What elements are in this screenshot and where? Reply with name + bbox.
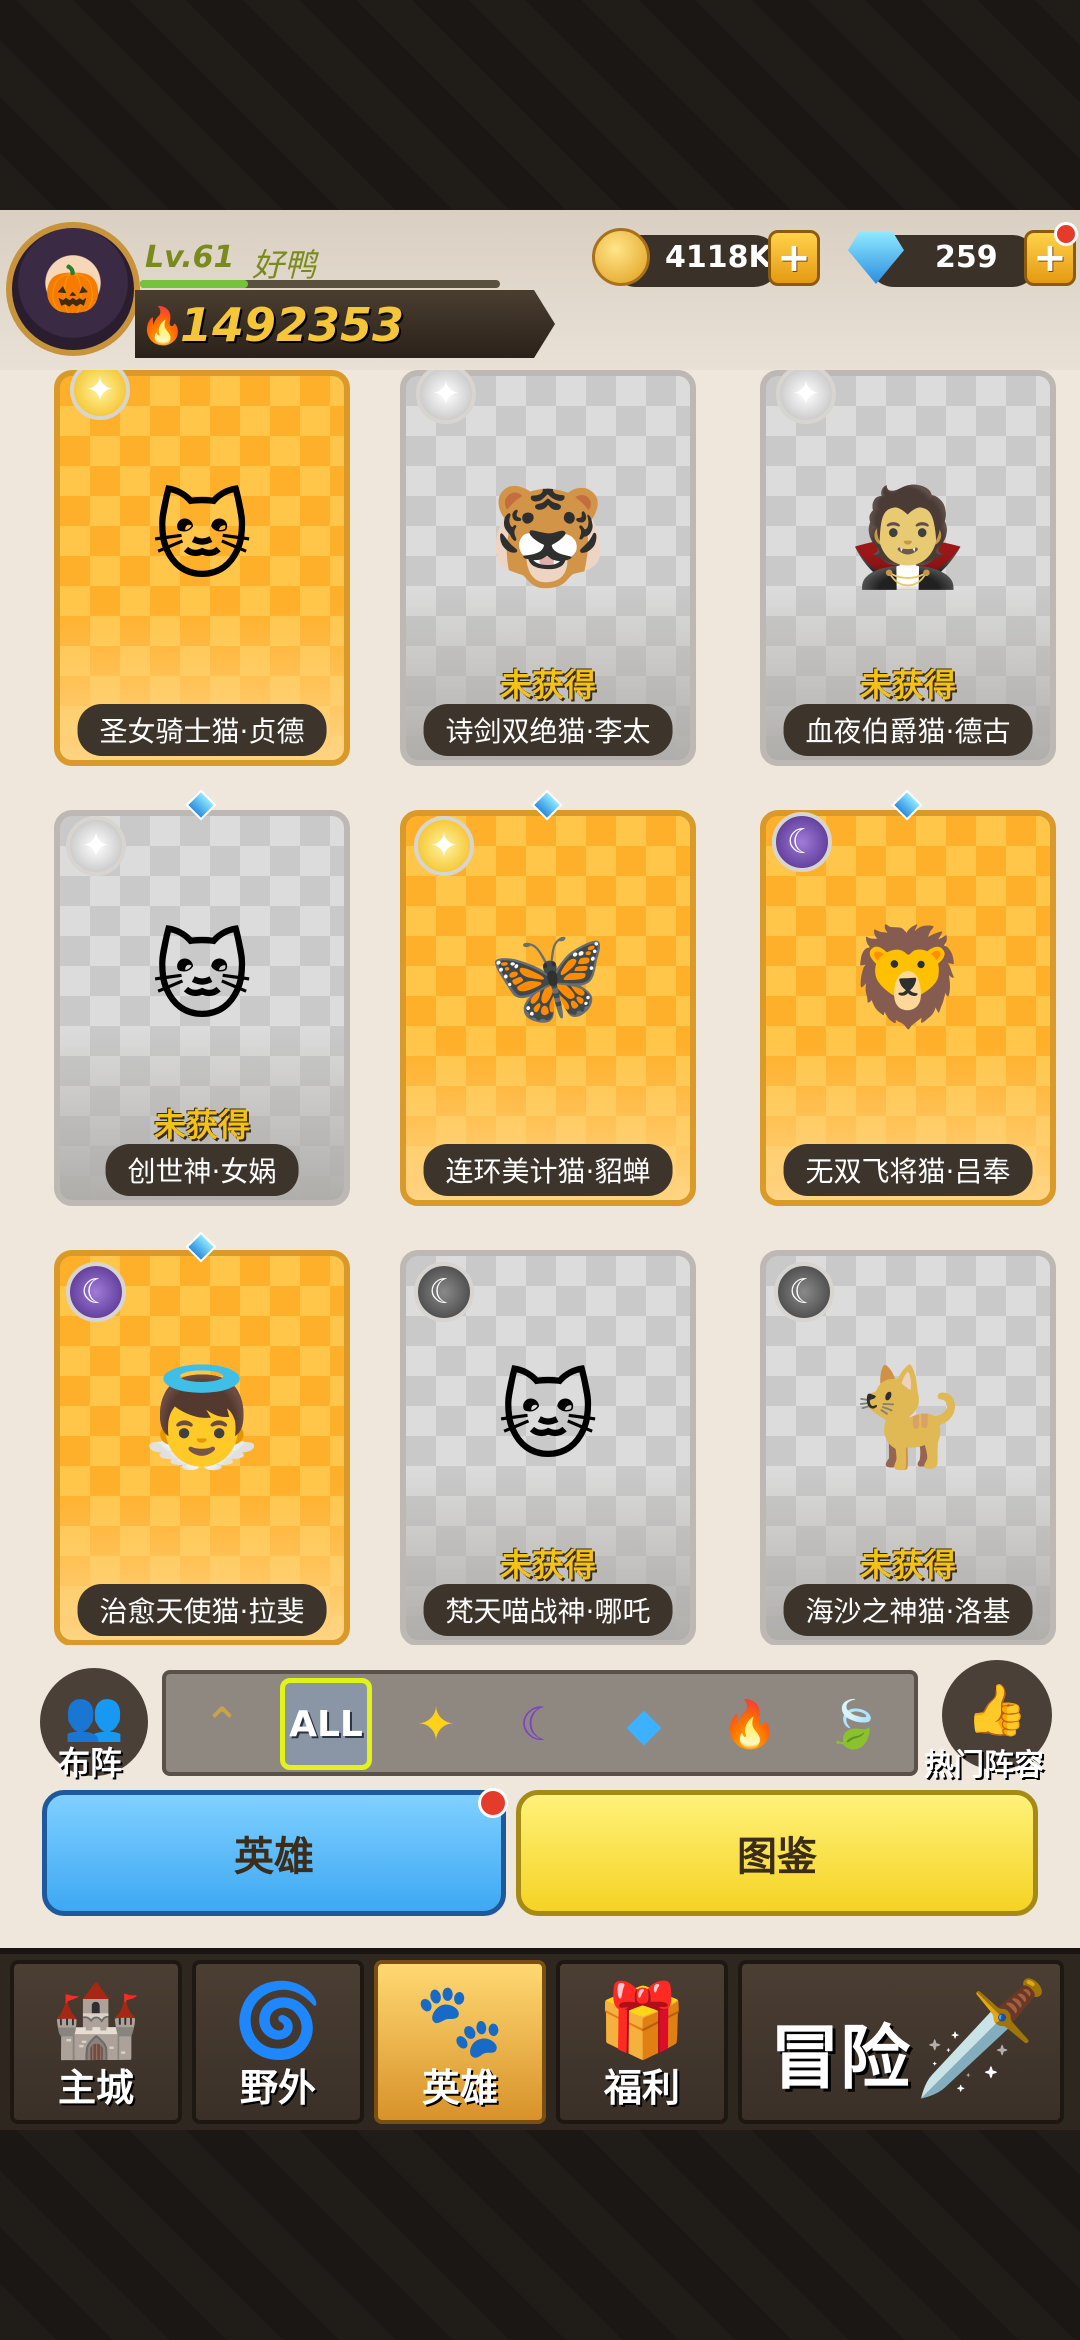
light-element-icon: ✦ (66, 816, 126, 876)
hero-name: 梵天喵战神·哪吒 (423, 1584, 673, 1636)
castle-icon: 🏰 (51, 1978, 141, 2062)
filter-dark-icon[interactable]: ☾ (494, 1678, 586, 1770)
player-avatar[interactable]: 🎃 (6, 222, 140, 356)
hero-portrait: 🐈 (848, 1360, 968, 1473)
combat-power: 1492353 (180, 298, 405, 352)
player-level: Lv.61 (145, 240, 235, 275)
not-obtained-label: 未获得 (859, 1546, 956, 1584)
hero-portrait: 🐱 (497, 1361, 599, 1474)
not-obtained-label: 未获得 (499, 666, 596, 704)
team-icon: 👥 (64, 1687, 124, 1744)
not-obtained-label: 未获得 (859, 666, 956, 704)
hero-portrait: 🐱 (151, 921, 253, 1034)
level-progress-fill (140, 280, 248, 288)
hero-name: 连环美计猫·貂蝉 (423, 1144, 673, 1196)
gem-value: 259 (935, 240, 998, 275)
top-background (0, 0, 1080, 210)
hero-card[interactable]: 🐱 圣女骑士猫·贞德 (54, 370, 350, 766)
hero-name: 诗剑双绝猫·李太 (423, 704, 673, 756)
nav-label: 英雄 (421, 2066, 498, 2110)
bottom-background (0, 2130, 1080, 2340)
adventure-label: 冒险 (770, 2017, 910, 2099)
not-obtained-label: 未获得 (153, 1106, 250, 1144)
thumbs-up-icon: 👍 (965, 1680, 1029, 1739)
paw-book-icon: 🐾 (415, 1978, 505, 2062)
not-obtained-label: 未获得 (499, 1546, 596, 1584)
notification-dot (1054, 222, 1078, 246)
dark-element-icon: ☾ (772, 812, 832, 872)
codex-tab-button[interactable]: 图鉴 (516, 1790, 1038, 1916)
filter-light-icon[interactable]: ✦ (390, 1678, 482, 1770)
hero-portrait: 🦁 (848, 920, 968, 1033)
dark-element-icon: ☾ (774, 1262, 834, 1322)
filter-water-icon[interactable]: ◆ (598, 1678, 690, 1770)
nav-adventure[interactable]: 冒险 🗡️ (738, 1960, 1064, 2124)
flame-icon: 🔥 (140, 306, 185, 347)
nav-main-city[interactable]: 🏰 主城 (10, 1960, 182, 2124)
popular-lineup-label: 热门阵容 (924, 1748, 1044, 1783)
treasure-chest-icon: 🎁 (597, 1978, 687, 2062)
hero-portrait: 🧛 (848, 480, 968, 593)
filter-all-button[interactable]: ALL (280, 1678, 372, 1770)
hero-name: 创世神·女娲 (105, 1144, 299, 1196)
light-element-icon: ✦ (414, 816, 474, 876)
nav-wild[interactable]: 🌀 野外 (192, 1960, 364, 2124)
hero-portrait: 🐱 (151, 481, 253, 594)
formation-label: 布阵 (58, 1744, 123, 1782)
filter-fire-icon[interactable]: 🔥 (704, 1678, 796, 1770)
sword-icon: 🗡️ (913, 1974, 1050, 2102)
nav-label: 野外 (239, 2066, 316, 2110)
hero-name: 治愈天使猫·拉斐 (77, 1584, 327, 1636)
filter-arrow-up-icon[interactable]: ⌃ (176, 1678, 268, 1770)
nav-heroes[interactable]: 🐾 英雄 (374, 1960, 546, 2124)
nav-label: 福利 (603, 2066, 680, 2110)
portal-icon: 🌀 (233, 1978, 323, 2062)
filter-wind-icon[interactable]: 🍃 (808, 1678, 900, 1770)
level-progress-bar (140, 280, 500, 288)
hero-name: 海沙之神猫·洛基 (783, 1584, 1033, 1636)
coin-value: 4118K (665, 240, 772, 275)
hero-portrait: 🦋 (488, 920, 608, 1033)
dark-element-icon: ☾ (66, 1262, 126, 1322)
nav-welfare[interactable]: 🎁 福利 (556, 1960, 728, 2124)
hero-portrait: 🐯 (488, 480, 608, 593)
hero-portrait: 👼 (142, 1360, 262, 1473)
hero-name: 血夜伯爵猫·德古 (783, 704, 1033, 756)
notification-dot (478, 1788, 508, 1818)
dark-element-icon: ☾ (414, 1262, 474, 1322)
nav-label: 主城 (57, 2066, 134, 2110)
hero-card[interactable]: 🐯 未获得 诗剑双绝猫·李太 (400, 370, 696, 766)
heroes-tab-button[interactable]: 英雄 (42, 1790, 506, 1916)
hero-name: 圣女骑士猫·贞德 (77, 704, 327, 756)
hero-name: 无双飞将猫·吕奉 (783, 1144, 1033, 1196)
add-coins-button[interactable]: + (768, 230, 820, 286)
hero-card[interactable]: 🧛 未获得 血夜伯爵猫·德古 (760, 370, 1056, 766)
hero-grid: 🐱 圣女骑士猫·贞德 🐯 未获得 诗剑双绝猫·李太 🧛 未获得 血夜伯爵猫·德古… (0, 370, 1080, 1645)
coin-icon (592, 228, 650, 286)
